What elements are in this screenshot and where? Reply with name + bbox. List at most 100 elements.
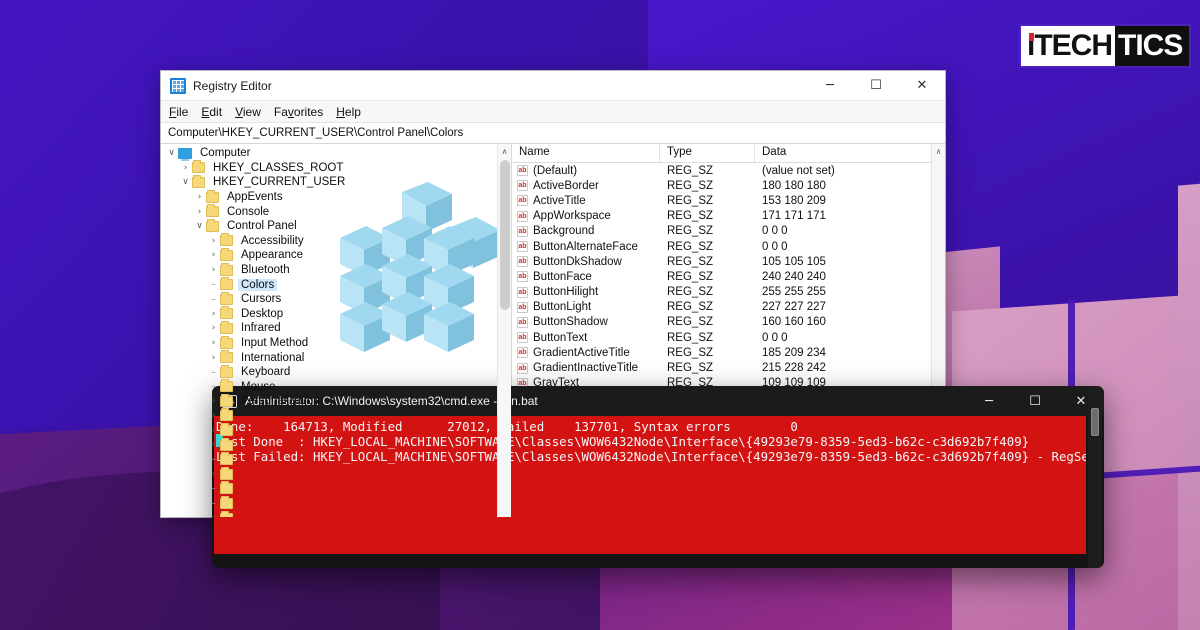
close-button[interactable]: ✕: [899, 71, 945, 100]
tree-scroll-up-arrow[interactable]: ∧: [498, 144, 511, 156]
tree-item-infrared[interactable]: › Infrared: [161, 320, 511, 336]
chevron-down-icon[interactable]: ∨: [179, 177, 192, 187]
value-name-text: GradientActiveTitle: [533, 346, 630, 359]
value-name-cell: ab AppWorkspace: [512, 210, 660, 222]
value-row[interactable]: ab (Default) REG_SZ (value not set): [512, 163, 945, 178]
tree-item-input-method[interactable]: › Input Method: [161, 335, 511, 351]
tree-leaf-icon[interactable]: –: [207, 483, 220, 494]
menu-item-edit[interactable]: Edit: [201, 105, 222, 119]
menu-item-help[interactable]: Help: [336, 105, 361, 119]
tree-item-appevents[interactable]: › AppEvents: [161, 189, 511, 205]
tree-item-personalization[interactable]: › Personalization: [161, 393, 511, 409]
string-value-ab-icon: ab: [517, 362, 528, 374]
value-row[interactable]: ab ButtonLight REG_SZ 227 227 227: [512, 300, 945, 315]
value-row[interactable]: ab ButtonFace REG_SZ 240 240 240: [512, 269, 945, 284]
tree-leaf-icon[interactable]: –: [207, 498, 220, 509]
value-row[interactable]: ab GradientActiveTitle REG_SZ 185 209 234: [512, 345, 945, 360]
tree-item-keyboard[interactable]: – Keyboard: [161, 364, 511, 380]
menu-item-file[interactable]: File: [169, 105, 188, 119]
value-row[interactable]: ab ButtonShadow REG_SZ 160 160 160: [512, 315, 945, 330]
value-name-cell: ab ButtonDkShadow: [512, 256, 660, 268]
value-data-cell: 105 105 105: [762, 255, 826, 268]
menu-item-favorites[interactable]: Favorites: [274, 105, 323, 119]
value-row[interactable]: ab ActiveBorder REG_SZ 180 180 180: [512, 178, 945, 193]
tree-item-desktop[interactable]: › Desktop: [161, 306, 511, 322]
tree-item-international[interactable]: › International: [161, 350, 511, 365]
tree-item[interactable]: ›: [161, 510, 511, 517]
chevron-right-icon[interactable]: ›: [207, 236, 220, 246]
tree-scroll-thumb[interactable]: [500, 160, 510, 310]
tree-item[interactable]: –: [161, 496, 511, 511]
value-row[interactable]: ab AppWorkspace REG_SZ 171 171 171: [512, 209, 945, 224]
value-row[interactable]: ab Background REG_SZ 0 0 0: [512, 224, 945, 239]
value-row[interactable]: ab ButtonHilight REG_SZ 255 255 255: [512, 285, 945, 300]
tree-item-bluetooth[interactable]: › Bluetooth: [161, 262, 511, 278]
tree-item-label: Console: [227, 205, 270, 218]
value-row[interactable]: ab ButtonAlternateFace REG_SZ 0 0 0: [512, 239, 945, 254]
chevron-down-icon[interactable]: ∨: [193, 221, 206, 231]
chevron-right-icon[interactable]: ›: [207, 426, 220, 436]
chevron-right-icon[interactable]: ›: [179, 163, 192, 173]
tree-item-mouse[interactable]: – Mouse: [161, 379, 511, 395]
tree-leaf-icon[interactable]: –: [207, 381, 220, 392]
tree-item-appearance[interactable]: › Appearance: [161, 247, 511, 263]
cmd-minimize-button[interactable]: ─: [966, 386, 1012, 416]
column-header-type[interactable]: Type: [660, 144, 755, 162]
chevron-right-icon[interactable]: ›: [207, 396, 220, 406]
tree-item-control-panel[interactable]: ∨ Control Panel: [161, 218, 511, 234]
tree-leaf-icon[interactable]: –: [207, 294, 220, 305]
tree-item-hkey-current-user[interactable]: ∨ HKEY_CURRENT_USER: [161, 174, 511, 190]
cmd-maximize-button[interactable]: ☐: [1012, 386, 1058, 416]
cmd-scroll-thumb[interactable]: [1091, 408, 1099, 436]
chevron-right-icon[interactable]: ›: [207, 353, 220, 363]
value-row[interactable]: ab GradientInactiveTitle REG_SZ 215 228 242: [512, 360, 945, 375]
tree-item[interactable]: –: [161, 481, 511, 497]
tree-item-label: International: [241, 351, 305, 364]
tree-item-hkey-classes-root[interactable]: › HKEY_CLASSES_ROOT: [161, 160, 511, 176]
regedit-address-bar[interactable]: Computer\HKEY_CURRENT_USER\Control Panel…: [161, 123, 945, 144]
menu-item-view[interactable]: View: [235, 105, 261, 119]
tree-leaf-icon[interactable]: –: [207, 454, 220, 465]
value-name-cell: ab GradientInactiveTitle: [512, 362, 660, 374]
tree-item[interactable]: ›: [161, 423, 511, 438]
value-row[interactable]: ab ActiveTitle REG_SZ 153 180 209: [512, 193, 945, 208]
registry-tree-pane[interactable]: ∨ Computer › HKEY_CLASSES_ROOT ∨ HKEY_CURRENT…: [161, 144, 512, 517]
chevron-right-icon[interactable]: ›: [207, 411, 220, 421]
column-header-data[interactable]: Data: [755, 144, 945, 162]
cmd-scrollbar[interactable]: [1088, 386, 1102, 568]
tree-item-cursors[interactable]: – Cursors: [161, 291, 511, 307]
chevron-right-icon[interactable]: ›: [207, 440, 220, 450]
tree-item[interactable]: –: [161, 452, 511, 467]
tree-leaf-icon[interactable]: –: [207, 367, 220, 378]
value-name-text: ButtonShadow: [533, 316, 608, 329]
maximize-button[interactable]: ☐: [853, 71, 899, 100]
chevron-right-icon[interactable]: ›: [207, 250, 220, 260]
tree-item-console[interactable]: › Console: [161, 204, 511, 219]
tree-item[interactable]: ›: [161, 437, 511, 453]
chevron-right-icon[interactable]: ›: [193, 207, 206, 217]
chevron-right-icon[interactable]: ›: [207, 469, 220, 479]
chevron-right-icon[interactable]: ›: [207, 265, 220, 275]
tree-item-colors[interactable]: – Colors: [161, 277, 511, 292]
folder-icon: [192, 160, 205, 174]
minimize-button[interactable]: ─: [807, 71, 853, 100]
folder-icon: [220, 481, 233, 495]
tree-scrollbar[interactable]: ∧: [497, 144, 511, 517]
chevron-right-icon[interactable]: ›: [207, 338, 220, 348]
chevron-right-icon[interactable]: ›: [207, 513, 220, 517]
chevron-right-icon[interactable]: ›: [207, 323, 220, 333]
tree-leaf-icon[interactable]: –: [207, 279, 220, 290]
column-header-name[interactable]: Name: [512, 144, 660, 162]
chevron-right-icon[interactable]: ›: [193, 192, 206, 202]
chevron-down-icon[interactable]: ∨: [165, 148, 178, 158]
value-name-text: ButtonLight: [533, 301, 592, 314]
tree-item[interactable]: ›: [161, 408, 511, 424]
value-row[interactable]: ab ButtonDkShadow REG_SZ 105 105 105: [512, 254, 945, 269]
tree-item-accessibility[interactable]: › Accessibility: [161, 233, 511, 249]
tree-item-computer[interactable]: ∨ Computer: [161, 146, 511, 161]
value-row[interactable]: ab ButtonText REG_SZ 0 0 0: [512, 330, 945, 345]
values-scroll-up-arrow[interactable]: ∧: [932, 144, 945, 156]
chevron-right-icon[interactable]: ›: [207, 309, 220, 319]
tree-item[interactable]: ›: [161, 466, 511, 482]
folder-icon: [206, 189, 219, 203]
